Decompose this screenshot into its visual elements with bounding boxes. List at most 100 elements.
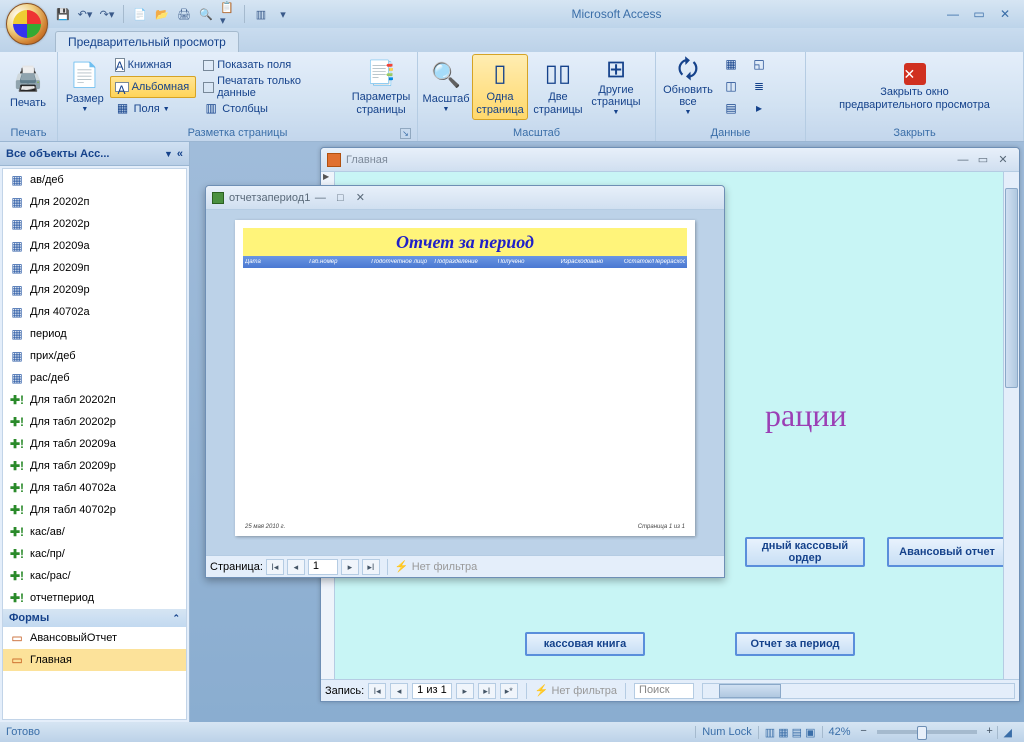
next-record-button[interactable]: ▸ [456, 683, 474, 699]
new-icon[interactable]: 📄 [132, 6, 148, 22]
vertical-scrollbar[interactable] [1003, 172, 1019, 679]
resize-grip-icon[interactable]: ◢ [997, 726, 1018, 739]
zoom-level[interactable]: 42% [822, 726, 857, 738]
nav-item[interactable]: ✚!Для табл 40702а [3, 477, 186, 499]
restore-icon[interactable]: ▭ [973, 152, 993, 168]
refresh-all-button[interactable]: 🗘Обновить все▼ [660, 54, 716, 120]
landscape-button[interactable]: AАльбомная [110, 76, 197, 98]
redo-icon[interactable]: ↷▾ [99, 6, 115, 22]
filter-indicator[interactable]: ⚡ Нет фильтра [395, 560, 477, 573]
data-only-check[interactable]: Печатать только данные [198, 76, 347, 98]
size-button[interactable]: 📄Размер▼ [62, 54, 108, 120]
close-preview-button[interactable]: ✕Закрыть окно предварительного просмотра [835, 54, 995, 120]
show-fields-check[interactable]: Показать поля [198, 54, 347, 76]
nav-item[interactable]: ▦прих/деб [3, 345, 186, 367]
prev-page-button[interactable]: ◂ [287, 559, 305, 575]
nav-item[interactable]: ▦ав/деб [3, 169, 186, 191]
first-page-button[interactable]: I◂ [266, 559, 284, 575]
filter-indicator[interactable]: ⚡ Нет фильтра [535, 684, 617, 697]
nav-item[interactable]: ▦Для 20209а [3, 235, 186, 257]
page-position[interactable]: 1 [308, 559, 338, 575]
nav-header[interactable]: Все объекты Acc...▼« [0, 142, 189, 166]
last-record-button[interactable]: ▸I [478, 683, 496, 699]
minimize-icon[interactable]: — [953, 152, 973, 168]
spell-icon[interactable]: 📋▾ [220, 6, 236, 22]
search-box[interactable]: Поиск [634, 683, 694, 699]
margins-button[interactable]: ▦Поля▼ [110, 98, 197, 120]
pdf-export-button[interactable]: ◱ [746, 54, 772, 76]
print-icon[interactable]: 🖨 [176, 6, 192, 22]
nav-item[interactable]: ▦Для 20209р [3, 279, 186, 301]
chevron-down-icon[interactable]: ▼ [164, 149, 173, 159]
qat-more-icon[interactable]: ▾ [275, 6, 291, 22]
btn-cash-order[interactable]: дный кассовый ордер [745, 537, 865, 567]
nav-item[interactable]: ✚!Для табл 40702р [3, 499, 186, 521]
office-button[interactable] [6, 3, 48, 45]
save-icon[interactable]: 💾 [55, 6, 71, 22]
report-titlebar[interactable]: отчетзапериод1 — □ ✕ [206, 186, 724, 210]
nav-item[interactable]: ▦Для 20209п [3, 257, 186, 279]
nav-item[interactable]: ✚!Для табл 20209а [3, 433, 186, 455]
nav-item[interactable]: ✚!кас/рас/ [3, 565, 186, 587]
maximize-icon[interactable]: □ [330, 190, 350, 206]
btn-advance-report[interactable]: Авансовый отчет [887, 537, 1007, 567]
minimize-icon[interactable]: — [310, 190, 330, 206]
one-page-button[interactable]: ▯Одна страница [472, 54, 528, 120]
nav-item[interactable]: ▦рас/деб [3, 367, 186, 389]
form-icon[interactable]: ▥ [253, 6, 269, 22]
two-pages-button[interactable]: ▯▯Две страницы [530, 54, 586, 120]
excel-export-button[interactable]: ▦ [718, 54, 744, 76]
form-titlebar[interactable]: Главная — ▭ ✕ [321, 148, 1019, 172]
preview-icon[interactable]: 🔍 [198, 6, 214, 22]
tab-print-preview[interactable]: Предварительный просмотр [55, 31, 239, 52]
nav-item[interactable]: ▭АвансовыйОтчет [3, 627, 186, 649]
nav-item[interactable]: ✚!Для табл 20202р [3, 411, 186, 433]
zoom-button[interactable]: 🔍Масштаб▼ [422, 54, 470, 120]
close-icon[interactable]: ✕ [993, 152, 1013, 168]
prev-record-button[interactable]: ◂ [390, 683, 408, 699]
nav-item[interactable]: ✚!кас/пр/ [3, 543, 186, 565]
dialog-launcher-icon[interactable]: ↘ [400, 128, 411, 139]
btn-period-report[interactable]: Отчет за период [735, 632, 855, 656]
restore-icon[interactable]: ▭ [968, 6, 990, 22]
nav-item[interactable]: ▭Главная [3, 649, 186, 671]
next-page-button[interactable]: ▸ [341, 559, 359, 575]
nav-item[interactable]: ▦Для 20202п [3, 191, 186, 213]
nav-section-forms[interactable]: Формы⌃ [3, 609, 186, 627]
zoom-out-button[interactable]: − [857, 725, 871, 739]
close-icon[interactable]: ✕ [994, 6, 1016, 22]
report-preview-area[interactable]: Отчет за период ДатаТаб.номерПодотчетное… [206, 210, 724, 555]
nav-item[interactable]: ▦Для 40702а [3, 301, 186, 323]
nav-list[interactable]: ▦ав/деб▦Для 20202п▦Для 20202р▦Для 20209а… [2, 168, 187, 720]
undo-icon[interactable]: ↶▾ [77, 6, 93, 22]
more-export-button[interactable]: ▸ [746, 98, 772, 120]
nav-item[interactable]: ▦Для 20202р [3, 213, 186, 235]
query-icon: ▦ [9, 348, 25, 364]
record-position[interactable]: 1 из 1 [412, 683, 452, 699]
print-button[interactable]: 🖨️Печать [4, 54, 52, 120]
btn-cash-book[interactable]: кассовая книга [525, 632, 645, 656]
nav-item[interactable]: ✚!отчетпериод [3, 587, 186, 609]
collapse-icon[interactable]: « [177, 148, 183, 160]
horizontal-scrollbar[interactable] [702, 683, 1015, 699]
more-pages-button[interactable]: ⊞Другие страницы▼ [588, 54, 644, 120]
page-setup-button[interactable]: 📑Параметры страницы [349, 54, 413, 120]
sharepoint-button[interactable]: ◫ [718, 76, 744, 98]
nav-item[interactable]: ▦период [3, 323, 186, 345]
last-page-button[interactable]: ▸I [362, 559, 380, 575]
nav-item[interactable]: ✚!кас/ав/ [3, 521, 186, 543]
text-export-button[interactable]: ≣ [746, 76, 772, 98]
first-record-button[interactable]: I◂ [368, 683, 386, 699]
zoom-in-button[interactable]: + [983, 725, 997, 739]
portrait-button[interactable]: AКнижная [110, 54, 197, 76]
new-record-button[interactable]: ▸* [500, 683, 518, 699]
open-icon[interactable]: 📂 [154, 6, 170, 22]
zoom-slider[interactable] [877, 730, 977, 734]
nav-item[interactable]: ✚!Для табл 20209р [3, 455, 186, 477]
nav-item[interactable]: ✚!Для табл 20202п [3, 389, 186, 411]
minimize-icon[interactable]: — [942, 6, 964, 22]
word-export-button[interactable]: ▤ [718, 98, 744, 120]
columns-button[interactable]: ▥Столбцы [198, 98, 347, 120]
close-icon[interactable]: ✕ [350, 190, 370, 206]
view-shortcuts[interactable]: ▥ ▦ ▤ ▣ [758, 726, 822, 739]
